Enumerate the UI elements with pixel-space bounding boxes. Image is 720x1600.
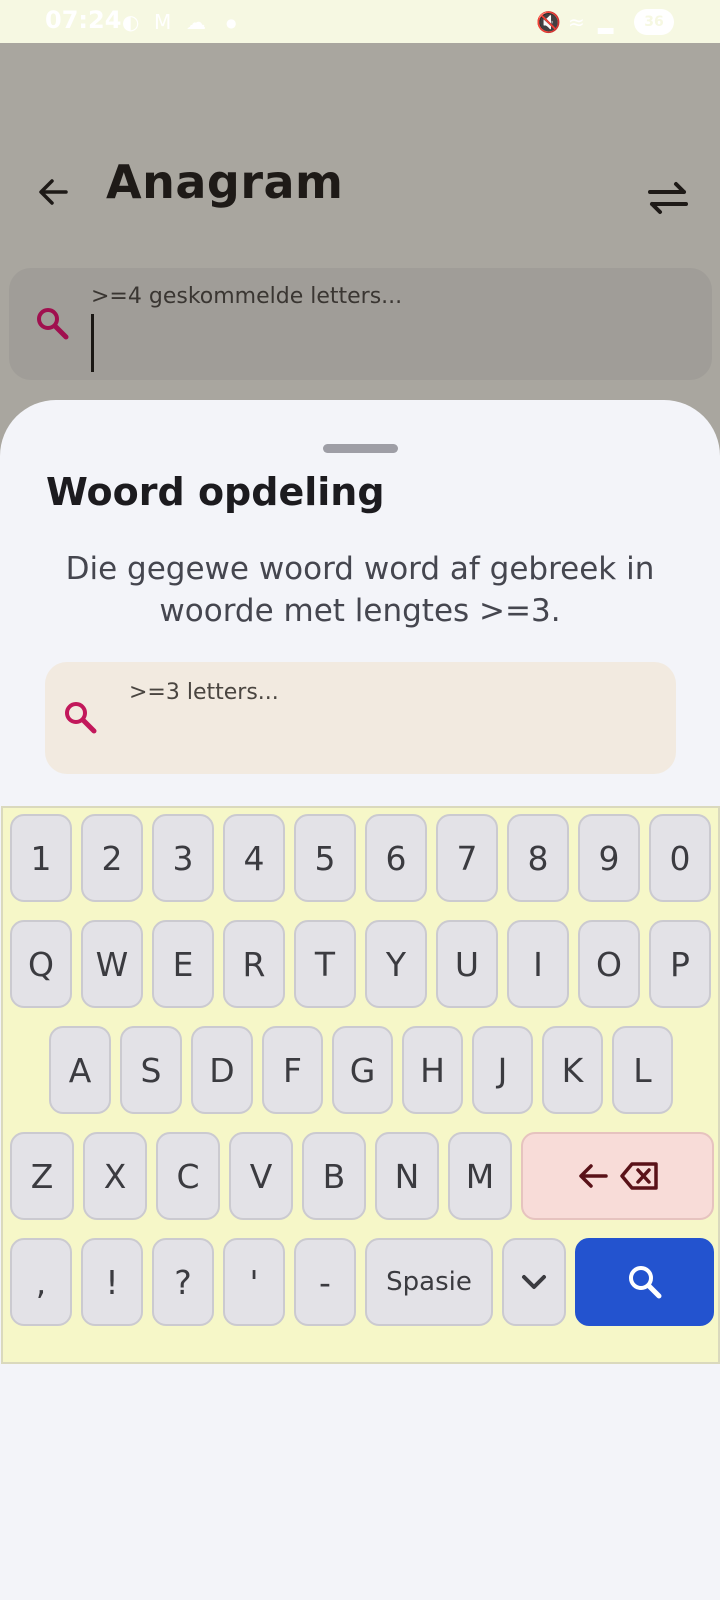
key-x[interactable]: X	[83, 1132, 147, 1220]
key-question[interactable]: ?	[152, 1238, 214, 1326]
swap-arrows-icon	[648, 182, 688, 214]
key-d[interactable]: D	[191, 1026, 253, 1114]
custom-keyboard: 1 2 3 4 5 6 7 8 9 0 Q W E R T Y U I O P …	[1, 806, 720, 1364]
search-icon	[33, 304, 73, 344]
key-2[interactable]: 2	[81, 814, 143, 902]
arrow-left-icon	[39, 179, 68, 205]
swap-button[interactable]	[644, 178, 692, 218]
text-cursor	[91, 314, 94, 372]
gmail-icon: M	[154, 10, 172, 34]
dot-icon: ●	[226, 16, 237, 30]
key-w[interactable]: W	[81, 920, 143, 1008]
hotspot-icon: ◐	[122, 10, 140, 34]
cloud-icon: ☁	[186, 10, 206, 34]
sheet-title: Woord opdeling	[46, 470, 385, 514]
key-e[interactable]: E	[152, 920, 214, 1008]
key-apostrophe[interactable]: '	[223, 1238, 285, 1326]
word-split-search-placeholder: >=3 letters...	[129, 680, 279, 705]
key-u[interactable]: U	[436, 920, 498, 1008]
key-5[interactable]: 5	[294, 814, 356, 902]
key-f[interactable]: F	[262, 1026, 323, 1114]
word-split-search-field[interactable]: >=3 letters...	[45, 662, 676, 774]
key-n[interactable]: N	[375, 1132, 439, 1220]
search-icon	[628, 1266, 661, 1299]
key-a[interactable]: A	[49, 1026, 111, 1114]
key-3[interactable]: 3	[152, 814, 214, 902]
key-comma[interactable]: ,	[10, 1238, 72, 1326]
key-h[interactable]: H	[402, 1026, 463, 1114]
chevron-down-icon	[522, 1275, 546, 1289]
status-bar: 07:24 ◐ M ☁ ● 🔇 ≈ ▂ 36	[0, 0, 720, 43]
key-r[interactable]: R	[223, 920, 285, 1008]
search-icon	[61, 698, 101, 738]
key-6[interactable]: 6	[365, 814, 427, 902]
page-title: Anagram	[106, 155, 344, 209]
backspace-key[interactable]	[521, 1132, 714, 1220]
sheet-description: Die gegewe woord word af gebreek in woor…	[65, 551, 655, 629]
space-key[interactable]: Spasie	[365, 1238, 493, 1326]
key-l[interactable]: L	[612, 1026, 673, 1114]
battery-icon: 36	[634, 9, 674, 35]
anagram-search-field[interactable]: >=4 geskommelde letters...	[9, 268, 712, 380]
backspace-icon	[578, 1162, 658, 1190]
key-z[interactable]: Z	[10, 1132, 74, 1220]
key-t[interactable]: T	[294, 920, 356, 1008]
search-key[interactable]	[575, 1238, 714, 1326]
key-j[interactable]: J	[472, 1026, 533, 1114]
mute-icon: 🔇	[536, 10, 561, 34]
key-exclamation[interactable]: !	[81, 1238, 143, 1326]
hide-keyboard-key[interactable]	[502, 1238, 566, 1326]
key-1[interactable]: 1	[10, 814, 72, 902]
key-g[interactable]: G	[332, 1026, 393, 1114]
status-time: 07:24	[45, 6, 122, 34]
key-s[interactable]: S	[120, 1026, 182, 1114]
key-4[interactable]: 4	[223, 814, 285, 902]
key-c[interactable]: C	[156, 1132, 220, 1220]
key-9[interactable]: 9	[578, 814, 640, 902]
key-8[interactable]: 8	[507, 814, 569, 902]
anagram-search-placeholder: >=4 geskommelde letters...	[91, 284, 403, 309]
key-0[interactable]: 0	[649, 814, 711, 902]
key-i[interactable]: I	[507, 920, 569, 1008]
drag-handle[interactable]	[323, 444, 398, 453]
key-o[interactable]: O	[578, 920, 640, 1008]
key-7[interactable]: 7	[436, 814, 498, 902]
key-b[interactable]: B	[302, 1132, 366, 1220]
key-v[interactable]: V	[229, 1132, 293, 1220]
key-m[interactable]: M	[448, 1132, 512, 1220]
key-y[interactable]: Y	[365, 920, 427, 1008]
key-k[interactable]: K	[542, 1026, 603, 1114]
key-q[interactable]: Q	[10, 920, 72, 1008]
key-hyphen[interactable]: -	[294, 1238, 356, 1326]
signal-icon: ▂	[598, 10, 614, 34]
wifi-icon: ≈	[568, 10, 585, 34]
back-button[interactable]	[34, 172, 74, 212]
key-p[interactable]: P	[649, 920, 711, 1008]
